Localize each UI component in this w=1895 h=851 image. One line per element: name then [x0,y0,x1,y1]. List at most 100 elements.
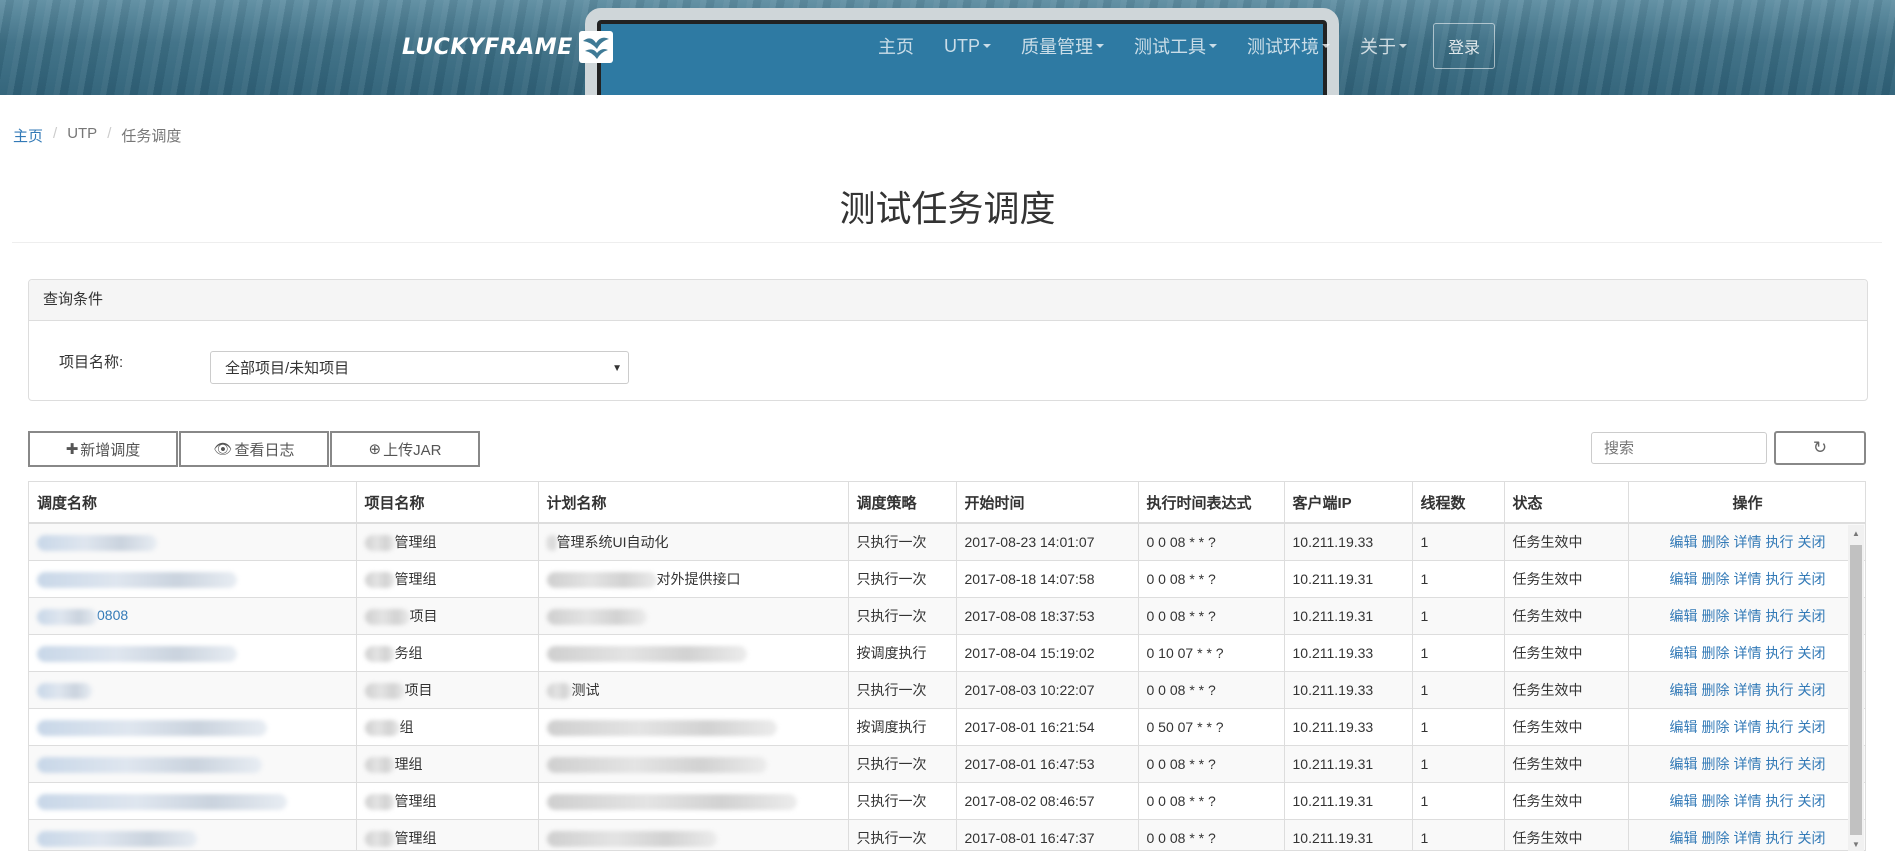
column-header[interactable]: 调度名称 [29,482,357,524]
delete-link[interactable]: 删除 [1702,719,1730,735]
detail-link[interactable]: 详情 [1734,534,1762,550]
upload-jar-button[interactable]: ⊕ 上传JAR [330,431,480,467]
column-header[interactable]: 客户端IP [1284,482,1413,524]
delete-link[interactable]: 删除 [1702,756,1730,772]
delete-link[interactable]: 删除 [1702,830,1730,846]
login-button[interactable]: 登录 [1433,23,1495,69]
detail-link[interactable]: 详情 [1734,608,1762,624]
cell-name[interactable] [29,560,357,598]
scroll-down-icon[interactable]: ▼ [1852,840,1860,849]
delete-link[interactable]: 删除 [1702,534,1730,550]
status-text: 任务生效中 [1512,645,1583,661]
delete-link[interactable]: 删除 [1702,682,1730,698]
column-header[interactable]: 操作 [1628,482,1865,524]
table-row[interactable]: 管理组 对外提供接口 只执行一次 2017-08-18 14:07:58 0 0 08 … [29,560,1865,598]
table-row[interactable]: 管理组 只执行一次 2017-08-02 08:46:57 0 0 08 * * ? 1… [29,782,1865,820]
detail-link[interactable]: 详情 [1734,756,1762,772]
scroll-up-icon[interactable]: ▲ [1852,529,1860,538]
column-header[interactable]: 开始时间 [956,482,1139,524]
column-header[interactable]: 项目名称 [356,482,539,524]
close-link[interactable]: 关闭 [1798,571,1826,587]
close-link[interactable]: 关闭 [1798,534,1826,550]
close-link[interactable]: 关闭 [1798,682,1826,698]
execute-link[interactable]: 执行 [1766,719,1794,735]
edit-link[interactable]: 编辑 [1670,645,1698,661]
table-scrollbar[interactable]: ▲ ▼ [1848,525,1864,851]
breadcrumb-home-link[interactable]: 主页 [13,125,43,146]
execute-link[interactable]: 执行 [1766,756,1794,772]
name-text[interactable]: 0808 [97,607,128,623]
cell-project: 管理组 [356,522,539,561]
execute-link[interactable]: 执行 [1766,682,1794,698]
cell-name[interactable] [29,745,357,783]
edit-link[interactable]: 编辑 [1670,830,1698,846]
table-row[interactable]: 管理组 管理系统UI自动化 只执行一次 2017-08-23 14:01:07 0 0 … [29,522,1865,561]
close-link[interactable]: 关闭 [1798,830,1826,846]
redacted-text [546,719,777,736]
cell-name[interactable] [29,671,357,709]
close-link[interactable]: 关闭 [1798,608,1826,624]
execute-link[interactable]: 执行 [1766,830,1794,846]
cell-name[interactable] [29,782,357,820]
cell-name[interactable] [29,522,357,561]
execute-link[interactable]: 执行 [1766,534,1794,550]
edit-link[interactable]: 编辑 [1670,793,1698,809]
column-header[interactable]: 调度策略 [848,482,957,524]
delete-link[interactable]: 删除 [1702,793,1730,809]
table-row[interactable]: 理组 只执行一次 2017-08-01 16:47:53 0 0 08 * * ? 10… [29,745,1865,783]
scrollbar-thumb[interactable] [1850,545,1862,835]
table-row[interactable]: 项目 测试 只执行一次 2017-08-03 10:22:07 0 0 08 * * ?… [29,671,1865,709]
strategy-text: 只执行一次 [856,571,927,587]
execute-link[interactable]: 执行 [1766,645,1794,661]
delete-link[interactable]: 删除 [1702,608,1730,624]
detail-link[interactable]: 详情 [1734,645,1762,661]
cell-name[interactable]: 0808 [29,597,357,635]
refresh-button[interactable]: ↻ [1774,431,1866,465]
cell-name[interactable] [29,819,357,850]
nav-item-4[interactable]: 测试环境 [1247,33,1330,59]
nav-item-5[interactable]: 关于 [1360,33,1407,59]
nav-item-3[interactable]: 测试工具 [1134,33,1217,59]
table-row[interactable]: 务组 按调度执行 2017-08-04 15:19:02 0 10 07 * * ? 1… [29,634,1865,672]
table-row[interactable]: 组 按调度执行 2017-08-01 16:21:54 0 50 07 * * ? 10… [29,708,1865,746]
add-schedule-button[interactable]: ✚ 新增调度 [28,431,178,467]
delete-link[interactable]: 删除 [1702,571,1730,587]
detail-link[interactable]: 详情 [1734,682,1762,698]
cell-name[interactable] [29,634,357,672]
delete-link[interactable]: 删除 [1702,645,1730,661]
execute-link[interactable]: 执行 [1766,571,1794,587]
close-link[interactable]: 关闭 [1798,719,1826,735]
project-select[interactable]: 全部项目/未知项目 ▼ [210,351,629,384]
cell-cron: 0 10 07 * * ? [1138,634,1285,672]
edit-link[interactable]: 编辑 [1670,719,1698,735]
detail-link[interactable]: 详情 [1734,830,1762,846]
column-header[interactable]: 状态 [1504,482,1629,524]
detail-link[interactable]: 详情 [1734,571,1762,587]
cell-name[interactable] [29,708,357,746]
nav-item-2[interactable]: 质量管理 [1021,33,1104,59]
cell-threads: 1 [1412,671,1505,709]
edit-link[interactable]: 编辑 [1670,682,1698,698]
column-header[interactable]: 线程数 [1412,482,1505,524]
logo[interactable]: LUCKYFRAME [402,30,613,64]
detail-link[interactable]: 详情 [1734,793,1762,809]
table-row[interactable]: 0808 项目 只执行一次 2017-08-08 18:37:53 0 0 08 * *… [29,597,1865,635]
detail-link[interactable]: 详情 [1734,719,1762,735]
column-header[interactable]: 执行时间表达式 [1138,482,1285,524]
nav-item-1[interactable]: UTP [944,36,991,57]
edit-link[interactable]: 编辑 [1670,608,1698,624]
execute-link[interactable]: 执行 [1766,793,1794,809]
edit-link[interactable]: 编辑 [1670,534,1698,550]
search-input[interactable] [1591,432,1767,464]
view-log-button[interactable]: 👁 查看日志 [179,431,329,467]
redacted-text [37,645,237,662]
edit-link[interactable]: 编辑 [1670,756,1698,772]
close-link[interactable]: 关闭 [1798,793,1826,809]
table-row[interactable]: 管理组 只执行一次 2017-08-01 16:47:37 0 0 08 * * ? 1… [29,819,1865,850]
column-header[interactable]: 计划名称 [538,482,849,524]
close-link[interactable]: 关闭 [1798,756,1826,772]
execute-link[interactable]: 执行 [1766,608,1794,624]
nav-item-0[interactable]: 主页 [878,33,914,59]
close-link[interactable]: 关闭 [1798,645,1826,661]
edit-link[interactable]: 编辑 [1670,571,1698,587]
